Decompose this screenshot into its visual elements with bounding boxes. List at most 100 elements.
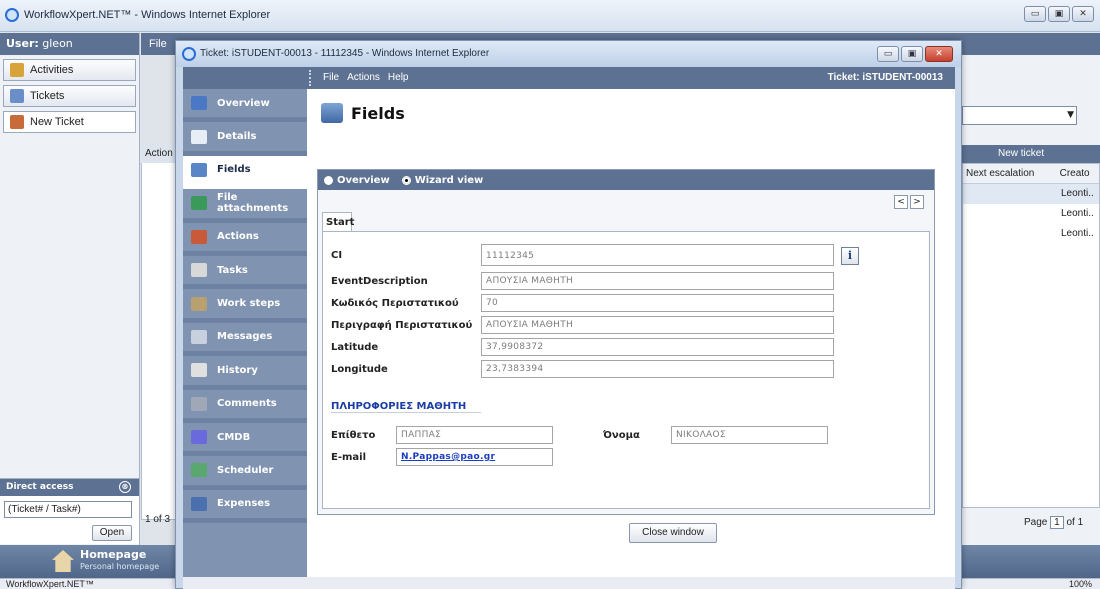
open-button[interactable]: Open: [92, 525, 132, 541]
incident-description-field[interactable]: ΑΠΟΥΣΙΑ ΜΑΘΗΤΗ: [481, 316, 834, 334]
page-number-input[interactable]: 1: [1050, 516, 1064, 529]
nav-work-steps[interactable]: Work steps: [183, 289, 307, 323]
overview-icon: [191, 96, 207, 111]
nav-tickets[interactable]: Tickets: [3, 85, 136, 107]
nav-file-attachments[interactable]: File attachments: [183, 189, 307, 223]
field-row-email: E-mail N.Pappas@pao.gr: [331, 448, 553, 466]
activities-icon: [10, 63, 24, 77]
nav-cmdb[interactable]: CMDB: [183, 423, 307, 457]
cmdb-icon: [191, 430, 207, 445]
table-row[interactable]: Leonti..: [963, 224, 1099, 244]
table-row[interactable]: Leonti..: [963, 204, 1099, 224]
filter-select[interactable]: ▼: [962, 106, 1077, 125]
page-title: Fields: [321, 103, 405, 123]
form-area: CI 11112345 i EventDescription ΑΠΟΥΣΙΑ Μ…: [322, 231, 930, 509]
fields-panel: Overview Wizard view < > Start CI 111123…: [317, 169, 935, 515]
new-ticket-link[interactable]: New ticket: [998, 148, 1044, 159]
nav-activities[interactable]: Activities: [3, 59, 136, 81]
popup-maximize-button[interactable]: ▣: [901, 46, 923, 62]
nav-history[interactable]: History: [183, 356, 307, 390]
right-pager: Page 1 of 1: [962, 512, 1100, 532]
surname-field[interactable]: ΠΑΠΠΑΣ: [396, 426, 553, 444]
nav-overview[interactable]: Overview: [183, 89, 307, 123]
popup-close-button[interactable]: ✕: [925, 46, 953, 62]
view-toggle: Overview Wizard view: [318, 170, 934, 190]
field-row-surname: Επίθετο ΠΑΠΠΑΣ: [331, 426, 553, 444]
ticket-table: Next escalation Creato Leonti.. Leonti..…: [962, 163, 1100, 508]
work-steps-icon: [191, 296, 207, 311]
user-name: gleon: [42, 37, 73, 50]
prev-button[interactable]: <: [894, 195, 908, 209]
incident-description-label: Περιγραφή Περιστατικού: [331, 319, 473, 331]
popup-minimize-button[interactable]: ▭: [877, 46, 899, 62]
status-text: WorkflowXpert.NET™: [6, 579, 94, 589]
close-button[interactable]: ✕: [1072, 6, 1094, 22]
field-row-code: Κωδικός Περιστατικού 70: [331, 294, 834, 312]
field-row-event: EventDescription ΑΠΟΥΣΙΑ ΜΑΘΗΤΗ: [331, 272, 834, 290]
radio-overview[interactable]: Overview: [324, 174, 390, 186]
home-icon: [52, 550, 74, 572]
popup-title-bar: Ticket: iSTUDENT-00013 - 11112345 - Wind…: [176, 41, 961, 67]
chevron-down-icon: ▼: [1067, 110, 1074, 120]
latitude-label: Latitude: [331, 341, 379, 353]
nav-comments[interactable]: Comments: [183, 390, 307, 423]
nav-fields[interactable]: Fields: [183, 155, 307, 190]
nav-expenses[interactable]: Expenses: [183, 490, 307, 524]
maximize-button[interactable]: ▣: [1048, 6, 1070, 22]
nav-messages[interactable]: Messages: [183, 323, 307, 357]
pager-label: Page: [1024, 517, 1048, 528]
email-link[interactable]: N.Pappas@pao.gr: [401, 452, 495, 462]
col-next-escalation[interactable]: Next escalation: [963, 164, 1057, 183]
ie-icon: [5, 8, 19, 22]
info-icon[interactable]: i: [841, 247, 859, 265]
tickets-icon: [10, 89, 24, 103]
actions-icon: [191, 229, 207, 244]
homepage-title: Homepage: [80, 548, 147, 561]
main-file-menu[interactable]: File: [149, 38, 167, 50]
close-window-button[interactable]: Close window: [629, 523, 717, 543]
minimize-button[interactable]: ▭: [1024, 6, 1046, 22]
col-creator[interactable]: Creato: [1057, 164, 1099, 183]
nav-details[interactable]: Details: [183, 122, 307, 156]
messages-icon: [191, 329, 207, 344]
page-title-text: Fields: [351, 103, 405, 123]
radio-wizard-view[interactable]: Wizard view: [401, 174, 483, 186]
email-field[interactable]: N.Pappas@pao.gr: [396, 448, 553, 466]
tab-start[interactable]: Start: [322, 212, 354, 232]
tasks-icon: [191, 263, 207, 278]
longitude-field[interactable]: 23,7383394: [481, 360, 834, 378]
ci-field[interactable]: 11112345: [481, 244, 834, 266]
left-panel: User: gleon Activities Tickets New Ticke…: [0, 33, 140, 553]
menu-file[interactable]: File: [323, 72, 339, 83]
direct-access-title: Direct access: [6, 482, 74, 492]
homepage-button[interactable]: Homepage Personal homepage: [0, 545, 183, 578]
nav-new-ticket[interactable]: New Ticket: [3, 111, 136, 133]
table-row[interactable]: Leonti..: [963, 184, 1099, 204]
menu-actions[interactable]: Actions: [347, 72, 380, 83]
next-button[interactable]: >: [910, 195, 924, 209]
fields-content: Fields Overview Wizard view < > Start CI…: [307, 89, 955, 577]
nav-tasks[interactable]: Tasks: [183, 256, 307, 290]
nav-tickets-label: Tickets: [30, 90, 65, 102]
ci-label: CI: [331, 249, 343, 261]
menu-help[interactable]: Help: [388, 72, 409, 83]
popup-body: File Actions Help Ticket: iSTUDENT-00013…: [183, 67, 955, 589]
fields-title-icon: [321, 103, 343, 123]
collapse-icon[interactable]: ⊗: [119, 481, 131, 493]
nav-scheduler[interactable]: Scheduler: [183, 456, 307, 490]
nav-new-ticket-label: New Ticket: [30, 116, 84, 128]
popup-side-nav: Overview Details Fields File attachments…: [183, 89, 307, 577]
event-description-field[interactable]: ΑΠΟΥΣΙΑ ΜΑΘΗΤΗ: [481, 272, 834, 290]
nav-activities-label: Activities: [30, 64, 74, 76]
menu-separator: [309, 70, 311, 86]
zoom-level[interactable]: 100%: [1069, 579, 1092, 589]
field-row-ci: CI 11112345: [331, 244, 834, 266]
outer-title-bar: WorkflowXpert.NET™ - Windows Internet Ex…: [0, 0, 1100, 32]
direct-access-input[interactable]: (Ticket# / Task#): [4, 501, 132, 518]
latitude-field[interactable]: 37,9908372: [481, 338, 834, 356]
table-header: Next escalation Creato: [963, 164, 1099, 184]
nav-actions[interactable]: Actions: [183, 223, 307, 256]
incident-code-field[interactable]: 70: [481, 294, 834, 312]
first-name-field[interactable]: ΝΙΚΟΛΑΟΣ: [671, 426, 828, 444]
user-label: User:: [6, 37, 39, 50]
